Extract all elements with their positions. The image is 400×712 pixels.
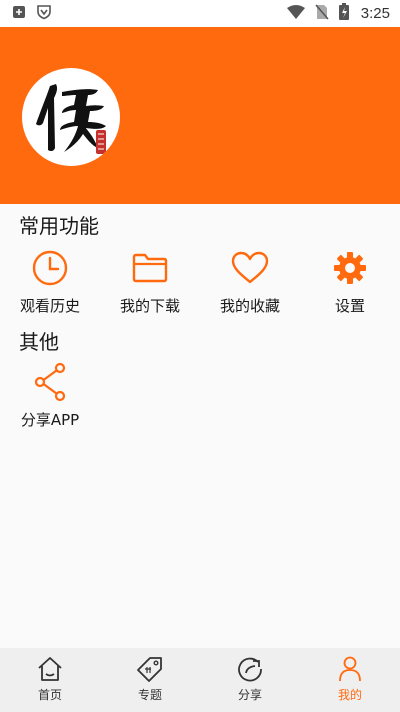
tab-topics[interactable]: 专题 <box>100 648 200 712</box>
tab-share[interactable]: 分享 <box>200 648 300 712</box>
my-downloads-label: 我的下载 <box>119 297 180 315</box>
tag-icon <box>137 657 162 682</box>
tab-home-label: 首页 <box>37 688 62 702</box>
heart-icon <box>231 251 269 284</box>
settings-button[interactable]: 设置 <box>300 248 400 316</box>
share-icon <box>34 362 66 402</box>
status-bar: 3:25 <box>0 0 400 27</box>
bottom-tab-bar: 首页 专题 分享 我的 <box>0 648 400 712</box>
gear-icon <box>334 252 366 284</box>
my-downloads-button[interactable]: 我的下载 <box>100 248 200 316</box>
notification-icon <box>12 4 26 23</box>
clock-icon <box>32 250 68 286</box>
avatar[interactable] <box>22 68 120 166</box>
tab-mine[interactable]: 我的 <box>300 648 400 712</box>
tab-share-label: 分享 <box>237 688 262 702</box>
no-sim-icon <box>315 4 329 24</box>
common-functions-title: 常用功能 <box>19 214 99 238</box>
refresh-share-icon <box>238 657 262 682</box>
tab-home[interactable]: 首页 <box>0 648 100 712</box>
share-app-button[interactable]: 分享APP <box>0 362 100 430</box>
my-favorites-label: 我的收藏 <box>219 297 280 315</box>
shield-app-icon <box>36 4 52 24</box>
other-title: 其他 <box>19 330 59 354</box>
calligraphy-logo <box>36 84 106 154</box>
my-favorites-button[interactable]: 我的收藏 <box>200 248 300 316</box>
share-app-label: 分享APP <box>20 411 80 429</box>
home-icon <box>38 657 62 681</box>
profile-header <box>0 27 400 204</box>
wifi-icon <box>286 4 305 23</box>
person-icon <box>339 656 361 682</box>
tab-topics-label: 专题 <box>137 688 162 702</box>
watch-history-label: 观看历史 <box>19 297 80 315</box>
clock-time: 3:25 <box>360 5 390 22</box>
watch-history-button[interactable]: 观看历史 <box>0 248 100 316</box>
settings-label: 设置 <box>334 297 365 315</box>
tab-mine-label: 我的 <box>337 688 362 702</box>
battery-charging-icon <box>338 3 349 24</box>
folder-icon <box>132 253 168 283</box>
